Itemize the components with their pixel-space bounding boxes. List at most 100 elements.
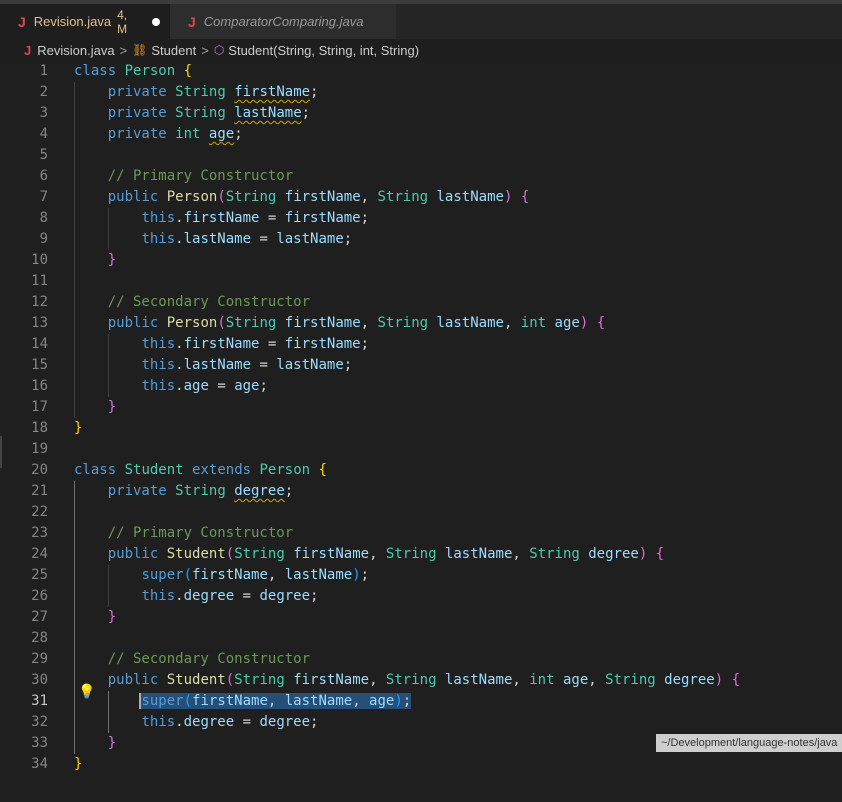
code-line[interactable]: 20 class Student extends Person { — [0, 460, 842, 481]
code-token: = — [234, 714, 260, 730]
code-token: Person — [166, 315, 218, 331]
code-token: firstName — [192, 693, 268, 709]
code-token: // Secondary Constructor — [107, 294, 311, 310]
code-token: super — [141, 693, 184, 709]
java-file-icon: J — [18, 13, 26, 30]
line-number: 5 — [39, 147, 48, 163]
code-token: Student — [124, 462, 184, 478]
code-token: int — [175, 126, 201, 142]
chevron-right-icon: > — [119, 42, 128, 58]
tab-revision-java[interactable]: J Revision.java 4, M — [0, 4, 170, 39]
code-line[interactable]: 15 this.lastName = lastName; — [0, 355, 842, 376]
code-token: ( — [217, 315, 226, 331]
code-line[interactable]: 29 // Secondary Constructor — [0, 649, 842, 670]
code-text: this.firstName = firstName; — [74, 334, 369, 355]
code-line[interactable]: 4 private int age; — [0, 124, 842, 145]
breadcrumb-file[interactable]: Revision.java — [37, 43, 114, 58]
line-number: 34 — [31, 756, 48, 772]
code-line[interactable]: 28 — [0, 628, 842, 649]
code-line[interactable]: 23 // Primary Constructor — [0, 523, 842, 544]
line-number: 21 — [31, 483, 48, 499]
code-line[interactable]: 19 — [0, 439, 842, 460]
code-token: firstName — [284, 210, 361, 226]
code-line[interactable]: 31 super(firstName, lastName, age); — [0, 691, 842, 712]
code-line[interactable]: 2 private String firstName; — [0, 82, 842, 103]
code-token: int — [520, 315, 547, 331]
code-token: this — [141, 210, 176, 226]
java-file-icon: J — [188, 13, 196, 30]
code-line[interactable]: 13 public Person(String firstName, Strin… — [0, 313, 842, 334]
code-token: String — [385, 672, 437, 688]
editor-tab-bar: J Revision.java 4, M J ComparatorCompari… — [0, 4, 842, 39]
code-token: ) — [638, 546, 648, 562]
code-text: this.lastName = lastName; — [74, 355, 352, 376]
code-line[interactable]: 10 } — [0, 250, 842, 271]
code-line[interactable]: 22 — [0, 502, 842, 523]
code-line[interactable]: 11 — [0, 271, 842, 292]
code-line[interactable]: 27 } — [0, 607, 842, 628]
code-line[interactable]: 34} — [0, 754, 842, 775]
tab-comparatorcomparing-java[interactable]: J ComparatorComparing.java — [170, 4, 396, 39]
code-token: = — [259, 336, 285, 352]
code-text: this.degree = degree; — [74, 712, 318, 733]
code-token: . — [175, 588, 184, 604]
code-token: firstName — [192, 567, 268, 583]
code-token: String — [529, 546, 580, 562]
lightbulb-icon[interactable]: 💡 — [78, 684, 95, 700]
code-line[interactable]: 1 class Person { — [0, 61, 842, 82]
code-line[interactable]: 21 private String degree; — [0, 481, 842, 502]
line-number: 12 — [31, 294, 48, 310]
code-token: ; — [343, 231, 353, 247]
code-token: this — [141, 378, 176, 394]
code-line[interactable]: 32 this.degree = degree; — [0, 712, 842, 733]
line-number: 8 — [39, 210, 48, 226]
code-line[interactable]: 16 this.age = age; — [0, 376, 842, 397]
code-token: , — [360, 189, 378, 205]
code-line[interactable]: 26 this.degree = degree; — [0, 586, 842, 607]
code-text: // Primary Constructor — [74, 166, 293, 187]
text-selection[interactable]: super(firstName, lastName, age); — [139, 693, 412, 709]
code-line[interactable]: 18} — [0, 418, 842, 439]
code-token: ( — [225, 546, 235, 562]
code-line[interactable]: 17 } — [0, 397, 842, 418]
code-line[interactable]: 5 — [0, 145, 842, 166]
code-line[interactable]: 24 public Student(String firstName, Stri… — [0, 544, 842, 565]
code-line[interactable]: 3 private String lastName; — [0, 103, 842, 124]
code-token: ( — [183, 693, 193, 709]
breadcrumb-class[interactable]: Student — [151, 43, 196, 58]
code-token: , — [267, 693, 285, 709]
code-token: ; — [301, 105, 311, 121]
code-token: lastName — [276, 231, 344, 247]
code-line[interactable]: 7 public Person(String firstName, String… — [0, 187, 842, 208]
code-text: class Student extends Person { — [74, 460, 327, 481]
code-token: ) — [394, 693, 403, 709]
line-number: 4 — [39, 126, 48, 142]
code-line[interactable]: 12 // Secondary Constructor — [0, 292, 842, 313]
code-token: super — [141, 567, 184, 583]
line-number: 25 — [31, 567, 48, 583]
code-line[interactable]: 8 this.firstName = firstName; — [0, 208, 842, 229]
code-line[interactable]: 9 this.lastName = lastName; — [0, 229, 842, 250]
code-token: ) — [579, 315, 589, 331]
tab-label: ComparatorComparing.java — [203, 14, 364, 29]
warning-token: age — [208, 126, 235, 142]
code-line[interactable]: 14 this.firstName = firstName; — [0, 334, 842, 355]
code-token: this — [141, 336, 176, 352]
code-token: . — [175, 714, 184, 730]
code-token: ( — [225, 672, 235, 688]
breadcrumb-method[interactable]: Student(String, String, int, String) — [228, 43, 419, 58]
code-line[interactable]: 25 super(firstName, lastName); — [0, 565, 842, 586]
code-line[interactable]: 30 public Student(String firstName, Stri… — [0, 670, 842, 691]
unsaved-dot-icon[interactable] — [152, 17, 160, 26]
code-line[interactable]: 6 // Primary Constructor — [0, 166, 842, 187]
